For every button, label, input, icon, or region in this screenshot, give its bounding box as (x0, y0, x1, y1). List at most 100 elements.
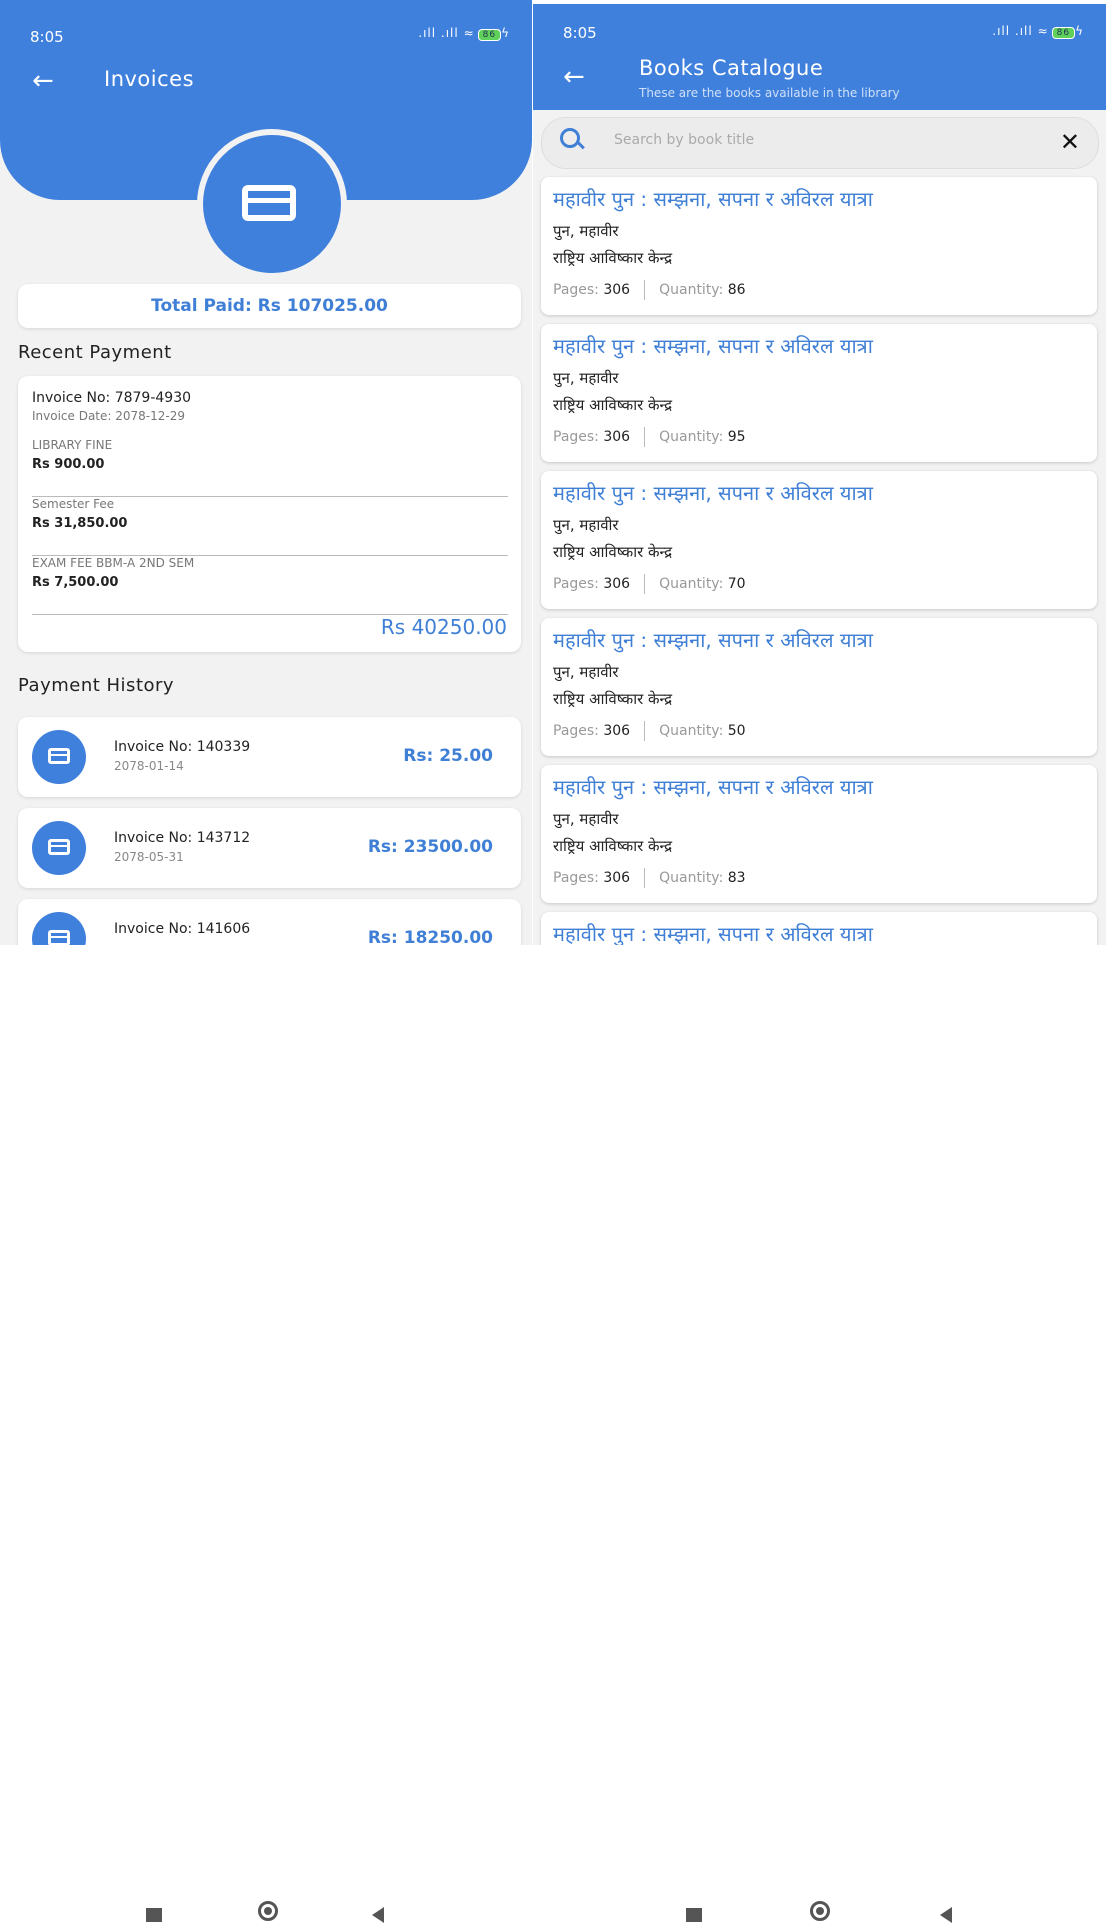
history-amount: Rs: 23500.00 (367, 837, 493, 857)
history-avatar (32, 912, 86, 945)
page-title: Invoices (104, 67, 195, 91)
search-input[interactable] (612, 131, 1016, 149)
quantity-label: Quantity: (659, 429, 724, 445)
book-meta: Pages: 306 Quantity: 95 (553, 427, 746, 447)
status-bar: 8:05 .ıll .ıll ≈86 ϟ (533, 4, 1106, 48)
wifi-icon: ≈ (1037, 24, 1049, 38)
recents-button[interactable] (146, 1908, 162, 1922)
divider (644, 721, 646, 741)
search-bar: ✕ (541, 117, 1099, 169)
signal-icon: .ıll .ıll (992, 24, 1033, 38)
book-title: महावीर पुन : सम्झना, सपना र अविरल यात्रा (553, 187, 873, 211)
book-card[interactable]: महावीर पुन : सम्झना, सपना र अविरल यात्रा… (541, 177, 1097, 315)
quantity-value: 50 (727, 723, 746, 739)
pages-label: Pages: (553, 870, 599, 886)
recent-payment-heading: Recent Payment (18, 342, 172, 363)
total-paid-label: Total Paid: Rs 107025.00 (18, 284, 521, 328)
book-author: पुन, महावीर (553, 516, 619, 534)
book-publisher: राष्ट्रिय आविष्कार केन्द्र (553, 837, 673, 855)
invoices-screen: 8:05 .ıll .ıll ≈86 ϟ ← Invoices Total Pai… (0, 0, 532, 945)
recent-payment-card[interactable]: Invoice No: 7879-4930 Invoice Date: 2078… (18, 376, 521, 652)
charging-icon: ϟ (1075, 24, 1084, 38)
books-catalogue-screen: 8:05 .ıll .ıll ≈86 ϟ ← Books Catalogue Th… (533, 4, 1106, 945)
history-invoice-no: Invoice No: 143712 (114, 830, 251, 846)
book-title: महावीर पुन : सम्झना, सपना र अविरल यात्रा (553, 775, 873, 799)
charging-icon: ϟ (501, 26, 510, 40)
back-button[interactable] (940, 1907, 952, 1923)
pages-value: 306 (603, 723, 631, 739)
book-card[interactable]: महावीर पुन : सम्झना, सपना र अविरल यात्रा (541, 912, 1097, 945)
book-publisher: राष्ट्रिय आविष्कार केन्द्र (553, 396, 673, 414)
status-icons: .ıll .ıll ≈86 ϟ (418, 26, 510, 41)
fee-item: Semester Fee Rs 31,850.00 (32, 497, 508, 556)
search-icon[interactable] (560, 128, 580, 148)
history-invoice-no: Invoice No: 141606 (114, 921, 251, 937)
divider (644, 574, 646, 594)
credit-card-icon (48, 839, 70, 855)
page-subtitle: These are the books available in the lib… (639, 86, 900, 100)
history-item[interactable]: Invoice No: 141606 Rs: 18250.00 (18, 899, 521, 945)
quantity-value: 83 (727, 870, 746, 886)
divider (644, 868, 646, 888)
quantity-value: 86 (727, 282, 746, 298)
book-meta: Pages: 306 Quantity: 70 (553, 574, 746, 594)
book-meta: Pages: 306 Quantity: 50 (553, 721, 746, 741)
pages-label: Pages: (553, 282, 599, 298)
book-card[interactable]: महावीर पुन : सम्झना, सपना र अविरल यात्रा… (541, 618, 1097, 756)
book-card[interactable]: महावीर पुन : सम्झना, सपना र अविरल यात्रा… (541, 471, 1097, 609)
back-button[interactable] (372, 1907, 384, 1923)
divider (644, 280, 646, 300)
book-title: महावीर पुन : सम्झना, सपना र अविरल यात्रा (553, 481, 873, 505)
quantity-value: 95 (727, 429, 746, 445)
history-amount: Rs: 18250.00 (367, 928, 493, 945)
book-author: पुन, महावीर (553, 663, 619, 681)
battery-icon: 86 (1051, 27, 1076, 39)
signal-icon: .ıll .ıll (418, 26, 459, 40)
quantity-value: 70 (727, 576, 746, 592)
pages-value: 306 (603, 576, 631, 592)
status-time: 8:05 (30, 28, 64, 46)
pages-label: Pages: (553, 429, 599, 445)
pages-value: 306 (603, 870, 631, 886)
status-bar: 8:05 .ıll .ıll ≈86 ϟ (0, 0, 532, 46)
status-icons: .ıll .ıll ≈86 ϟ (992, 24, 1084, 39)
home-button[interactable] (258, 1901, 278, 1921)
book-publisher: राष्ट्रिय आविष्कार केन्द्र (553, 690, 673, 708)
recents-button[interactable] (686, 1908, 702, 1922)
credit-card-icon (242, 185, 296, 221)
book-meta: Pages: 306 Quantity: 86 (553, 280, 746, 300)
credit-card-icon (48, 930, 70, 945)
fee-amount: Rs 900.00 (32, 457, 105, 472)
close-icon[interactable]: ✕ (1060, 128, 1080, 156)
fee-label: EXAM FEE BBM-A 2ND SEM (32, 556, 195, 570)
home-button[interactable] (810, 1901, 830, 1921)
back-arrow-icon[interactable]: ← (563, 62, 585, 92)
book-card[interactable]: महावीर पुन : सम्झना, सपना र अविरल यात्रा… (541, 324, 1097, 462)
book-title: महावीर पुन : सम्झना, सपना र अविरल यात्रा (553, 334, 873, 358)
payment-history-heading: Payment History (18, 675, 175, 696)
fee-item: EXAM FEE BBM-A 2ND SEM Rs 7,500.00 (32, 556, 508, 615)
history-invoice-no: Invoice No: 140339 (114, 739, 251, 755)
back-arrow-icon[interactable]: ← (32, 66, 54, 96)
recent-total-amount: Rs 40250.00 (380, 615, 507, 639)
fee-item: LIBRARY FINE Rs 900.00 (32, 438, 508, 497)
history-date: 2078-05-31 (114, 850, 184, 864)
history-avatar (32, 730, 86, 784)
pages-label: Pages: (553, 723, 599, 739)
credit-card-icon (48, 748, 70, 764)
fee-amount: Rs 7,500.00 (32, 575, 119, 590)
book-publisher: राष्ट्रिय आविष्कार केन्द्र (553, 543, 673, 561)
book-card[interactable]: महावीर पुन : सम्झना, सपना र अविरल यात्रा… (541, 765, 1097, 903)
history-item[interactable]: Invoice No: 143712 2078-05-31 Rs: 23500.… (18, 808, 521, 888)
divider (644, 427, 646, 447)
quantity-label: Quantity: (659, 870, 724, 886)
recent-invoice-no: Invoice No: 7879-4930 (32, 390, 192, 406)
battery-icon: 86 (477, 29, 502, 41)
pages-label: Pages: (553, 576, 599, 592)
history-item[interactable]: Invoice No: 140339 2078-01-14 Rs: 25.00 (18, 717, 521, 797)
book-publisher: राष्ट्रिय आविष्कार केन्द्र (553, 249, 673, 267)
quantity-label: Quantity: (659, 576, 724, 592)
book-title: महावीर पुन : सम्झना, सपना र अविरल यात्रा (553, 628, 873, 652)
fee-label: Semester Fee (32, 497, 115, 511)
pages-value: 306 (603, 429, 631, 445)
